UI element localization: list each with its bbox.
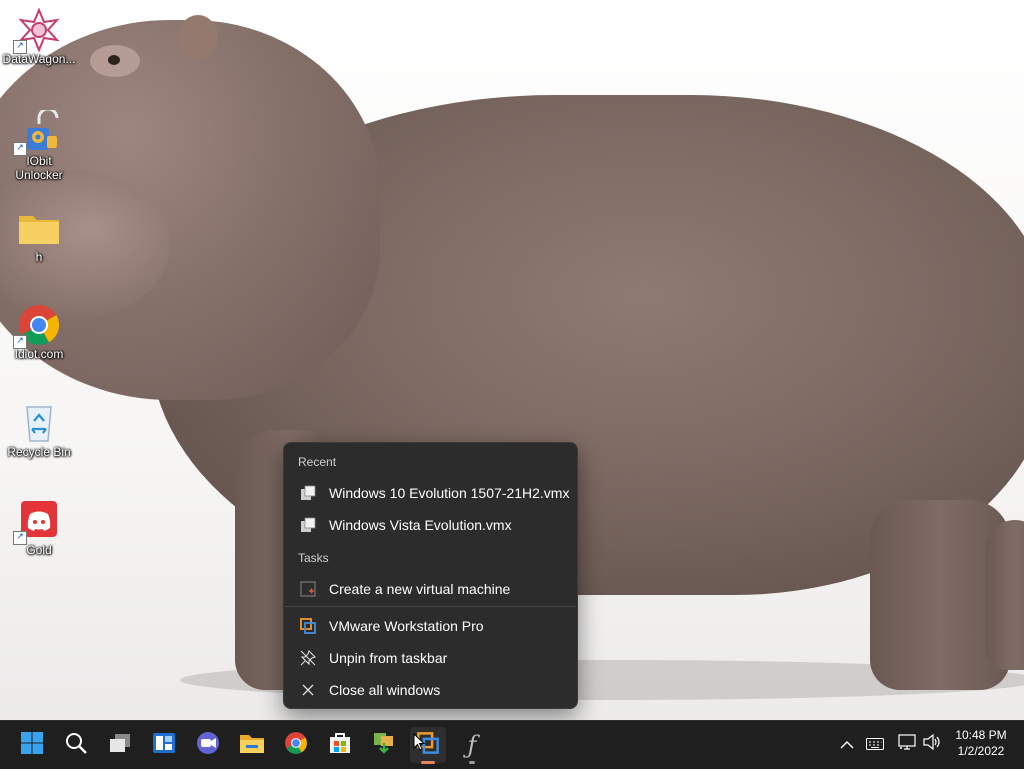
active-app-indicator: [421, 761, 435, 764]
hippo-back-leg-2: [985, 520, 1024, 670]
input-indicator-button[interactable]: [864, 733, 886, 755]
keyboard-icon: [866, 735, 884, 754]
windows-start-icon: [20, 731, 44, 759]
desktop-icon-iobit-unlocker[interactable]: ↗ IObit Unlocker: [1, 107, 77, 182]
recent-item-windows-vista-evolution[interactable]: Windows Vista Evolution.vmx: [285, 509, 576, 541]
store-icon: [328, 731, 352, 759]
teams-chat-icon: [196, 731, 220, 759]
desktop-icon-folder-h[interactable]: h: [1, 206, 77, 264]
chat-button[interactable]: [190, 727, 226, 763]
shortcut-arrow-icon: ↗: [13, 40, 27, 54]
chrome-icon: [284, 731, 308, 759]
recent-header: Recent: [298, 455, 337, 469]
app-item-label: Close all windows: [329, 682, 441, 698]
volume-button[interactable]: [921, 733, 943, 755]
close-icon: [299, 681, 317, 699]
taskbar: ƒ: [0, 720, 1024, 769]
mouse-cursor-icon: [413, 732, 426, 755]
volume-icon: [923, 733, 941, 754]
start-button[interactable]: [14, 727, 50, 763]
network-icon: [898, 734, 916, 754]
new-vm-icon: [299, 580, 317, 598]
show-hidden-icons-button[interactable]: [838, 733, 856, 755]
task-create-new-vm[interactable]: Create a new virtual machine: [285, 573, 576, 605]
network-button[interactable]: [896, 733, 918, 755]
installer-icon: [372, 731, 396, 759]
shortcut-arrow-icon: ↗: [13, 531, 27, 545]
task-view-icon: [108, 731, 132, 759]
folder-icon: [17, 206, 61, 250]
installer-button[interactable]: [366, 727, 402, 763]
datawagon-icon: ↗: [13, 7, 61, 54]
unpin-from-taskbar[interactable]: Unpin from taskbar: [285, 642, 576, 674]
recycle-bin-icon: [17, 401, 61, 445]
shortcut-arrow-icon: ↗: [13, 335, 27, 349]
desktop-icon-datawagon[interactable]: ↗ DataWagon...: [1, 7, 77, 66]
clock-button[interactable]: 10:48 PM 1/2/2022: [946, 727, 1016, 759]
recent-item-label: Windows 10 Evolution 1507-21H2.vmx: [329, 485, 570, 501]
running-app-indicator: [469, 761, 475, 764]
desktop-icon-label: Idiot.com: [14, 347, 64, 361]
hippo-ear: [178, 15, 218, 60]
desktop-icon-label: DataWagon...: [2, 52, 76, 66]
taskbar-jump-list: Recent Windows 10 Evolution 1507-21H2.vm…: [283, 442, 578, 709]
desktop-icon-label: Gold: [26, 543, 52, 557]
hippo-eye: [90, 45, 140, 77]
iobit-unlocker-icon: ↗: [13, 107, 61, 156]
desktop-icon-label: h: [35, 250, 43, 264]
recent-item-label: Windows Vista Evolution.vmx: [329, 517, 512, 533]
desktop-icon-label: Recycle Bin: [7, 445, 71, 459]
chevron-up-icon: [840, 735, 854, 754]
tasks-header: Tasks: [298, 551, 329, 565]
menu-divider: [285, 606, 576, 607]
unpin-icon: [299, 649, 317, 667]
app-item-label: Unpin from taskbar: [329, 650, 448, 666]
search-icon: [64, 731, 88, 759]
file-explorer-button[interactable]: [234, 727, 270, 763]
desktop-icon-label: IObit Unlocker: [15, 154, 63, 182]
clock-date: 1/2/2022: [957, 744, 1005, 758]
recent-item-windows-10-evolution[interactable]: Windows 10 Evolution 1507-21H2.vmx: [285, 477, 576, 509]
app-f-button[interactable]: ƒ: [454, 727, 490, 764]
desktop-icon-recycle-bin[interactable]: Recycle Bin: [1, 401, 77, 459]
vmware-icon: [299, 617, 317, 635]
widgets-icon: [152, 731, 176, 759]
file-explorer-icon: [239, 731, 265, 759]
chrome-button[interactable]: [278, 727, 314, 763]
desktop-icon-gold[interactable]: ↗ Gold: [1, 499, 77, 557]
close-all-windows[interactable]: Close all windows: [285, 674, 576, 706]
widgets-button[interactable]: [146, 727, 182, 763]
clock-time: 10:48 PM: [955, 728, 1007, 742]
script-f-icon: ƒ: [467, 731, 477, 759]
app-item-label: VMware Workstation Pro: [329, 618, 484, 634]
store-button[interactable]: [322, 727, 358, 763]
discord-icon: ↗: [13, 499, 61, 545]
search-button[interactable]: [58, 727, 94, 763]
task-label: Create a new virtual machine: [329, 581, 511, 597]
desktop-icon-idiot-com[interactable]: ↗ Idiot.com: [1, 303, 77, 361]
shortcut-arrow-icon: ↗: [13, 142, 27, 156]
vmx-file-icon: [299, 516, 317, 534]
task-view-button[interactable]: [102, 727, 138, 763]
chrome-icon: ↗: [13, 303, 61, 349]
app-item-vmware-workstation-pro[interactable]: VMware Workstation Pro: [285, 610, 576, 642]
vmx-file-icon: [299, 484, 317, 502]
